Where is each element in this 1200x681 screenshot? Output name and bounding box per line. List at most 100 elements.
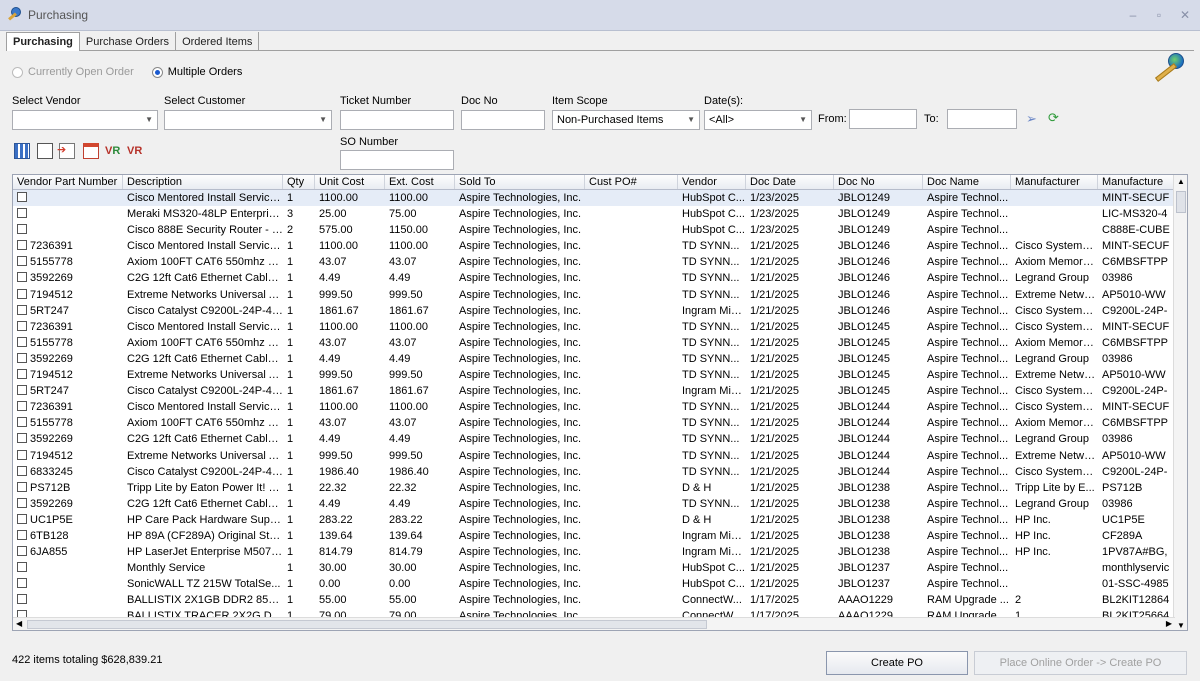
maximize-button[interactable]: ▫ bbox=[1152, 8, 1166, 22]
table-cell: C2G 12ft Cat6 Ethernet Cable -... bbox=[127, 272, 283, 285]
row-checkbox[interactable] bbox=[17, 594, 27, 605]
tab-ordered-items[interactable]: Ordered Items bbox=[176, 32, 260, 51]
table-row[interactable]: 6JA855 HP LaserJet Enterprise M507 ... 1 81… bbox=[13, 544, 1175, 560]
table-row[interactable]: Meraki MS320-48LP Enterpris... 3 25.00 75.0… bbox=[13, 206, 1175, 222]
table-row[interactable]: Cisco 888E Security Router - 5... 2 575.00… bbox=[13, 222, 1175, 238]
currently-open-order-radio[interactable]: Currently Open Order bbox=[12, 66, 134, 78]
row-checkbox[interactable] bbox=[17, 449, 27, 460]
column-header[interactable]: Sold To bbox=[455, 175, 585, 189]
to-date-input[interactable] bbox=[947, 109, 1017, 129]
row-checkbox[interactable] bbox=[17, 240, 27, 251]
table-row[interactable]: 3592269 C2G 12ft Cat6 Ethernet Cable -...… bbox=[13, 270, 1175, 286]
table-row[interactable]: UC1P5E HP Care Pack Hardware Supp... 1 283.… bbox=[13, 512, 1175, 528]
multiple-orders-radio[interactable]: Multiple Orders bbox=[151, 66, 242, 78]
items-grid[interactable]: Vendor Part Number Description Qty Unit Cos… bbox=[12, 174, 1188, 631]
row-checkbox[interactable] bbox=[17, 433, 27, 444]
column-header[interactable]: Ext. Cost bbox=[385, 175, 455, 189]
row-checkbox[interactable] bbox=[17, 385, 27, 396]
calendar-icon[interactable] bbox=[83, 143, 99, 159]
table-row[interactable]: 3592269 C2G 12ft Cat6 Ethernet Cable -...… bbox=[13, 496, 1175, 512]
table-row[interactable]: 7236391 Cisco Mentored Install Service ..… bbox=[13, 238, 1175, 254]
row-checkbox[interactable] bbox=[17, 546, 27, 557]
table-row[interactable]: 5RT247 Cisco Catalyst C9200L-24P-4G... 1 18… bbox=[13, 383, 1175, 399]
dates-combo[interactable]: <All> ▼ bbox=[704, 110, 812, 130]
chevron-down-icon: ▼ bbox=[687, 115, 695, 124]
row-checkbox[interactable] bbox=[17, 352, 27, 363]
vendor-remove-icon[interactable]: VR bbox=[127, 143, 143, 159]
row-checkbox[interactable] bbox=[17, 288, 27, 299]
row-checkbox[interactable] bbox=[17, 481, 27, 492]
table-row[interactable]: 3592269 C2G 12ft Cat6 Ethernet Cable -...… bbox=[13, 351, 1175, 367]
row-checkbox[interactable] bbox=[17, 336, 27, 347]
table-cell: JBLO1246 bbox=[838, 304, 890, 317]
table-row[interactable]: 5155778 Axiom 100FT CAT6 550mhz S... 1 43.0… bbox=[13, 335, 1175, 351]
select-all-icon[interactable] bbox=[37, 143, 53, 159]
select-vendor-combo[interactable]: ▼ bbox=[12, 110, 158, 130]
item-scope-combo[interactable]: Non-Purchased Items ▼ bbox=[552, 110, 700, 130]
tab-purchasing[interactable]: Purchasing bbox=[6, 32, 80, 52]
table-row[interactable]: 7194512 Extreme Networks Universal A... 1 9… bbox=[13, 448, 1175, 464]
row-checkbox[interactable] bbox=[17, 417, 27, 428]
row-checkbox[interactable] bbox=[17, 272, 27, 283]
column-header[interactable]: Doc Date bbox=[746, 175, 834, 189]
column-header[interactable]: Vendor bbox=[678, 175, 746, 189]
column-header[interactable]: Doc No bbox=[834, 175, 923, 189]
table-row[interactable]: PS712B Tripp Lite by Eaton Power It! 7-..… bbox=[13, 480, 1175, 496]
horizontal-scrollbar[interactable]: ◀ ▶ bbox=[13, 617, 1175, 630]
table-row[interactable]: 6TB128 HP 89A (CF289A) Original Sta... 1 13… bbox=[13, 528, 1175, 544]
table-row[interactable]: 7194512 Extreme Networks Universal A... 1 9… bbox=[13, 287, 1175, 303]
column-header[interactable]: Vendor Part Number bbox=[13, 175, 123, 189]
doc-no-input[interactable] bbox=[461, 110, 545, 130]
tab-purchase-orders[interactable]: Purchase Orders bbox=[80, 32, 177, 51]
table-row[interactable]: 5155778 Axiom 100FT CAT6 550mhz S... 1 43.0… bbox=[13, 254, 1175, 270]
row-checkbox[interactable] bbox=[17, 304, 27, 315]
table-row[interactable]: 6833245 Cisco Catalyst C9200L-24P-4G... 1 1… bbox=[13, 464, 1175, 480]
close-button[interactable]: ✕ bbox=[1178, 8, 1192, 22]
column-header[interactable]: Qty bbox=[283, 175, 315, 189]
row-checkbox[interactable] bbox=[17, 401, 27, 412]
table-row[interactable]: 3592269 C2G 12ft Cat6 Ethernet Cable -...… bbox=[13, 431, 1175, 447]
row-checkbox[interactable] bbox=[17, 465, 27, 476]
table-row[interactable]: BALLISTIX 2X1GB DDR2 850... 1 55.00 55.00 As… bbox=[13, 592, 1175, 608]
column-header[interactable]: Doc Name bbox=[923, 175, 1011, 189]
create-po-button[interactable]: Create PO bbox=[826, 651, 968, 675]
minimize-button[interactable]: – bbox=[1126, 8, 1140, 22]
column-header[interactable]: Cust PO# bbox=[585, 175, 678, 189]
magic-wand-icon[interactable] bbox=[1150, 53, 1186, 83]
so-number-input[interactable] bbox=[340, 150, 454, 170]
table-row[interactable]: 5155778 Axiom 100FT CAT6 550mhz S... 1 43.0… bbox=[13, 415, 1175, 431]
place-online-order-button[interactable]: Place Online Order -> Create PO bbox=[974, 651, 1187, 675]
columns-grid-icon[interactable] bbox=[14, 143, 30, 159]
column-header[interactable]: Manufacturer bbox=[1011, 175, 1098, 189]
column-header[interactable]: Unit Cost bbox=[315, 175, 385, 189]
table-row[interactable]: 7236391 Cisco Mentored Install Service ..… bbox=[13, 319, 1175, 335]
from-date-input[interactable] bbox=[849, 109, 917, 129]
import-icon[interactable] bbox=[57, 143, 75, 159]
column-header[interactable]: Description bbox=[123, 175, 283, 189]
row-checkbox[interactable] bbox=[17, 497, 27, 508]
row-checkbox[interactable] bbox=[17, 562, 27, 573]
row-checkbox[interactable] bbox=[17, 513, 27, 524]
table-row[interactable]: Cisco Mentored Install Service ... 1 1100.… bbox=[13, 190, 1175, 207]
row-checkbox[interactable] bbox=[17, 256, 27, 267]
table-row[interactable]: Monthly Service 1 30.00 30.00 Aspire Technol… bbox=[13, 560, 1175, 576]
table-row[interactable]: 7194512 Extreme Networks Universal A... 1 9… bbox=[13, 367, 1175, 383]
row-checkbox[interactable] bbox=[17, 208, 27, 219]
table-cell: C6MBSFTPP bbox=[1102, 417, 1169, 430]
row-checkbox[interactable] bbox=[17, 320, 27, 331]
refresh-icon[interactable]: ⟳ bbox=[1048, 110, 1059, 126]
table-row[interactable]: SonicWALL TZ 215W TotalSe... 1 0.00 0.00 Asp… bbox=[13, 576, 1175, 592]
vertical-scrollbar[interactable]: ▲ ▼ bbox=[1173, 175, 1187, 630]
row-checkbox[interactable] bbox=[17, 224, 27, 235]
row-checkbox[interactable] bbox=[17, 369, 27, 380]
table-row[interactable]: 5RT247 Cisco Catalyst C9200L-24P-4G... 1 18… bbox=[13, 303, 1175, 319]
vendor-add-icon[interactable]: VR bbox=[105, 143, 121, 159]
row-checkbox[interactable] bbox=[17, 578, 27, 589]
filter-search-icon[interactable]: ➢ bbox=[1026, 111, 1037, 127]
row-checkbox[interactable] bbox=[17, 192, 27, 202]
select-customer-combo[interactable]: ▼ bbox=[164, 110, 332, 130]
table-row[interactable]: 7236391 Cisco Mentored Install Service ..… bbox=[13, 399, 1175, 415]
column-header[interactable]: Manufacture bbox=[1098, 175, 1175, 189]
row-checkbox[interactable] bbox=[17, 529, 27, 540]
ticket-number-input[interactable] bbox=[340, 110, 454, 130]
